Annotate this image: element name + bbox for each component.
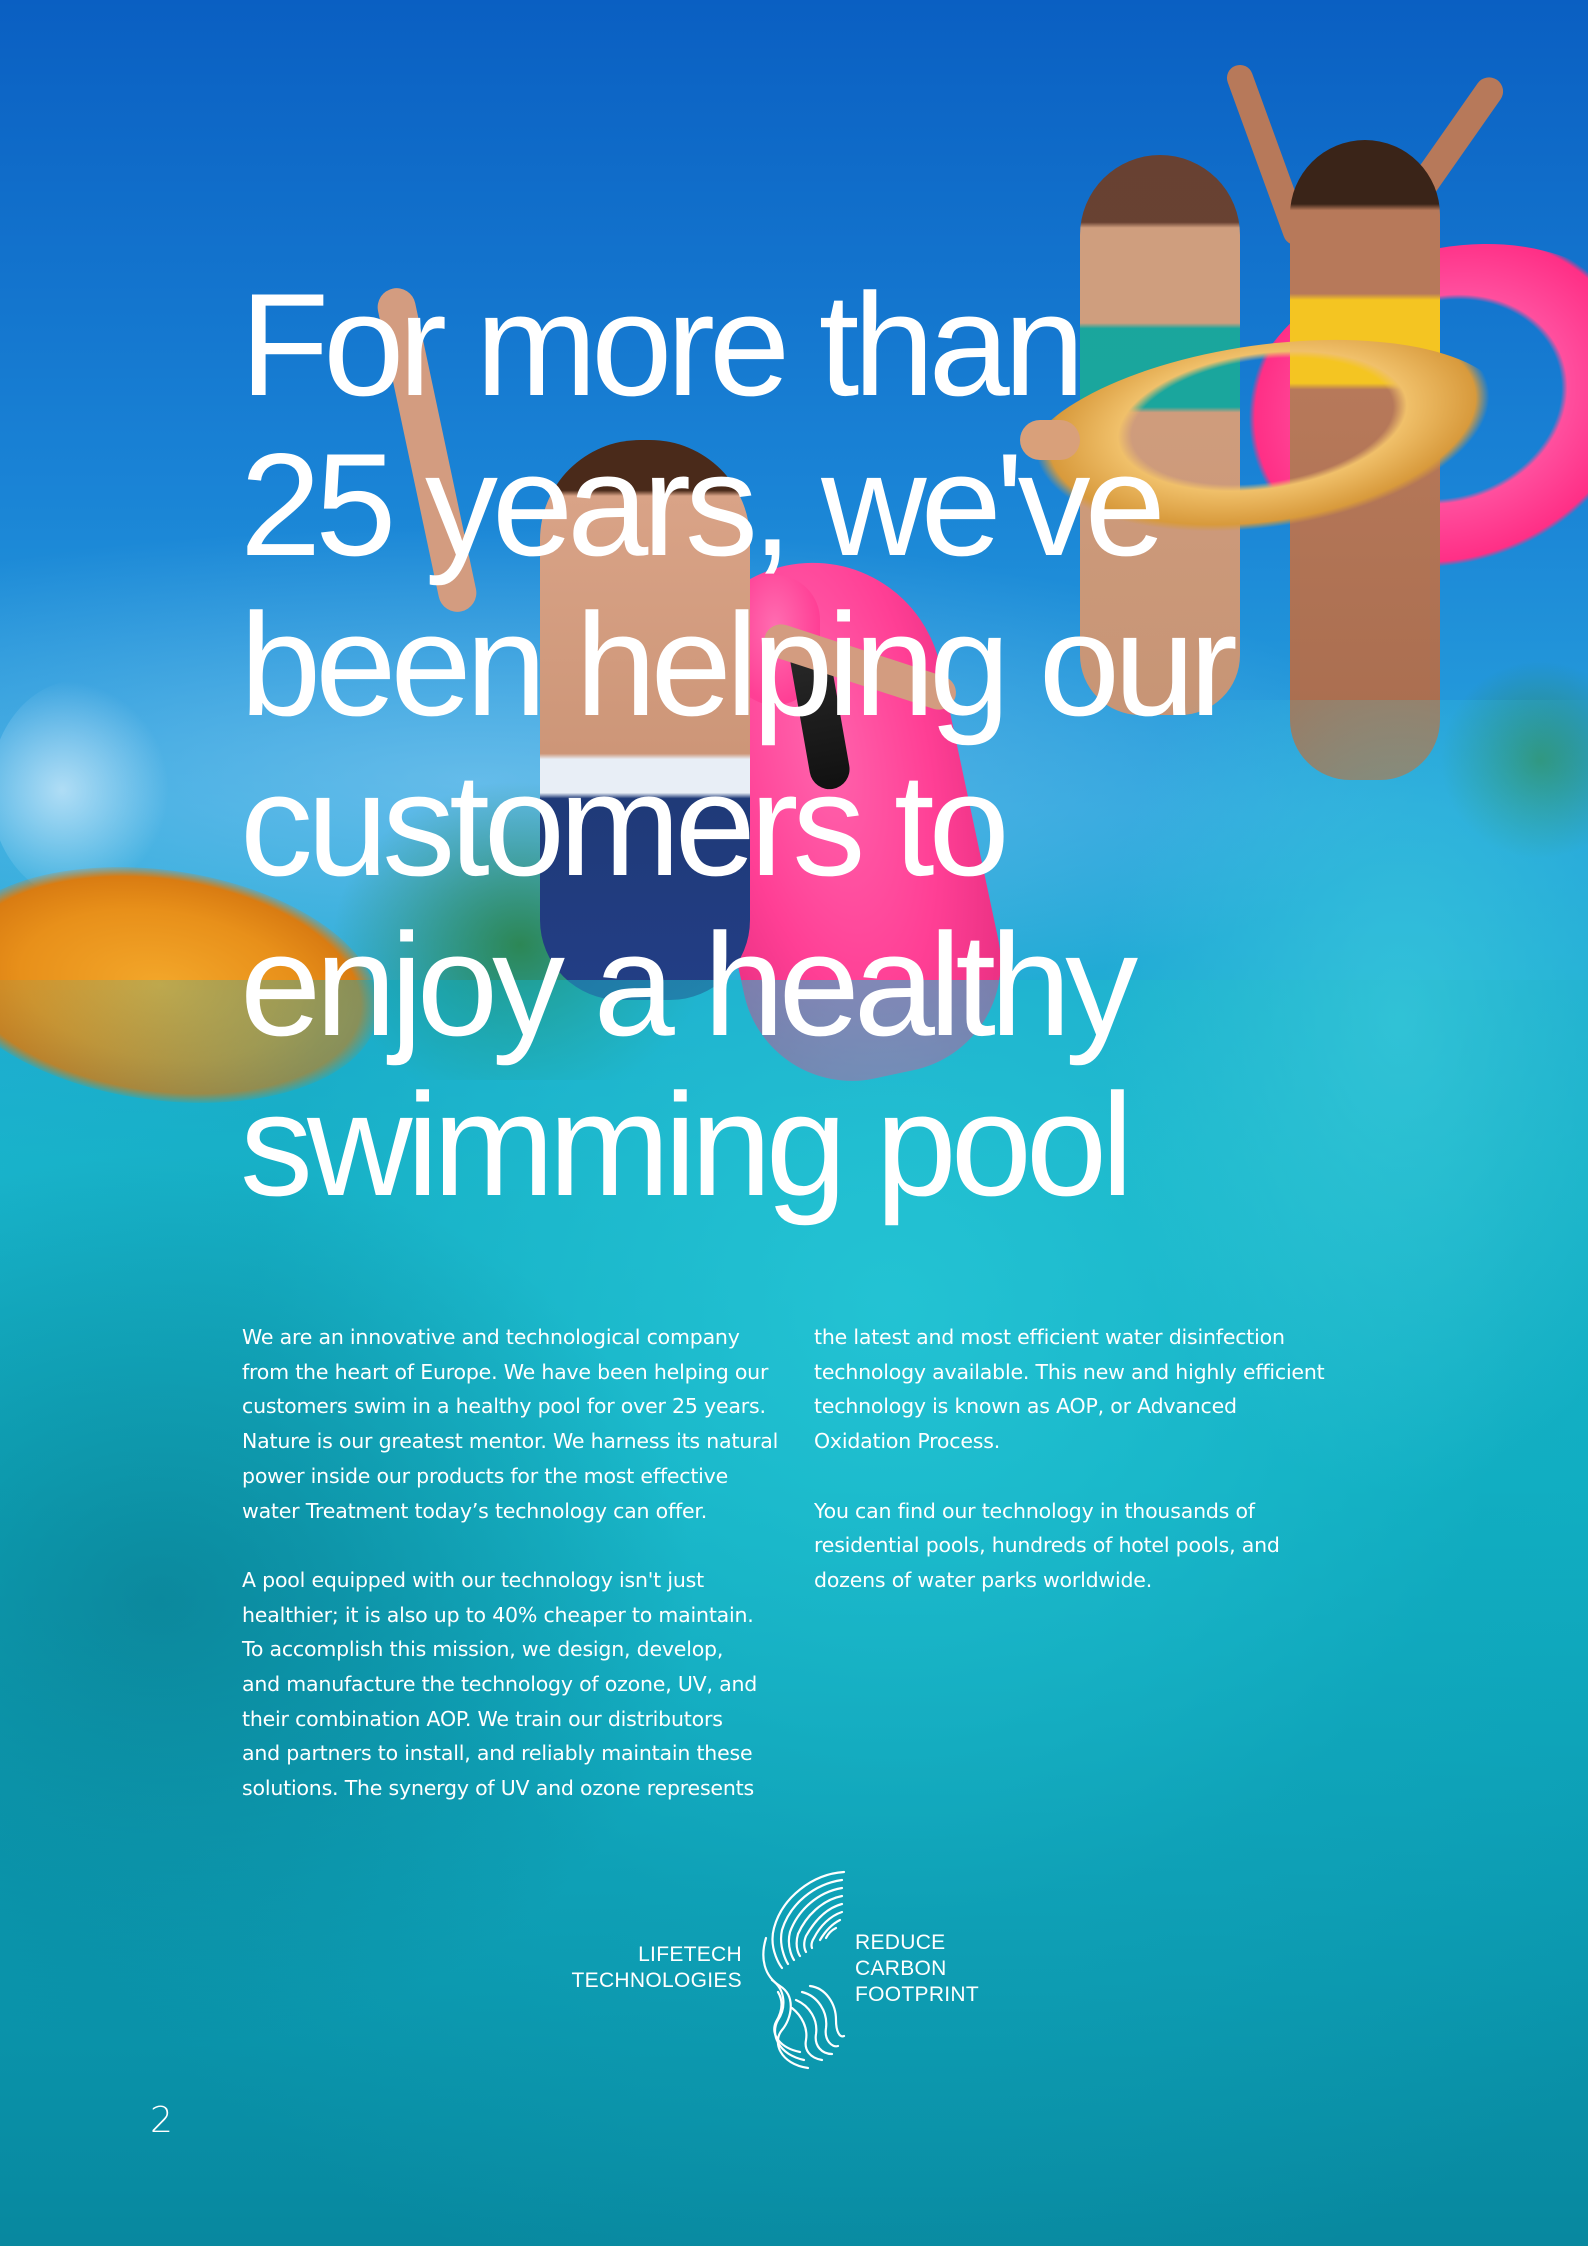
headline-line: swimming pool: [240, 1063, 1134, 1226]
logo-company-name: LIFETECH TECHNOLOGIES: [572, 1942, 742, 1994]
page-number: 2: [150, 2100, 173, 2141]
logo-text-line: REDUCE: [855, 1931, 946, 1954]
body-paragraph: A pool equipped with our technology isn'…: [242, 1567, 758, 1801]
body-paragraph: We are an innovative and technological c…: [242, 1325, 779, 1523]
background-bush-right: [1440, 660, 1588, 860]
body-column-left: We are an innovative and technological c…: [242, 1320, 782, 1806]
headline-line: For more than: [240, 263, 1085, 426]
wave-drop-icon: [762, 1870, 846, 2070]
body-column-right: the latest and most efficient water disi…: [814, 1320, 1374, 1598]
headline-line: customers to: [240, 743, 1010, 906]
headline-line: 25 years, we've: [240, 423, 1166, 586]
body-paragraph: the latest and most efficient water disi…: [814, 1325, 1325, 1454]
brochure-page: For more than 25 years, we've been helpi…: [0, 0, 1588, 2246]
headline-line: been helping our: [240, 583, 1238, 746]
headline: For more than 25 years, we've been helpi…: [240, 265, 1400, 1225]
logo-text-line: CARBON: [855, 1957, 947, 1980]
company-logo: LIFETECH TECHNOLOGIES REDUCE CARBON FOOT…: [560, 1868, 1000, 2074]
logo-text-line: FOOTPRINT: [855, 1983, 980, 2006]
logo-text-line: TECHNOLOGIES: [571, 1969, 742, 1992]
headline-line: enjoy a healthy: [240, 903, 1138, 1066]
logo-tagline: REDUCE CARBON FOOTPRINT: [855, 1930, 979, 2008]
body-paragraph: You can find our technology in thousands…: [814, 1498, 1280, 1592]
logo-text-line: LIFETECH: [638, 1943, 742, 1966]
